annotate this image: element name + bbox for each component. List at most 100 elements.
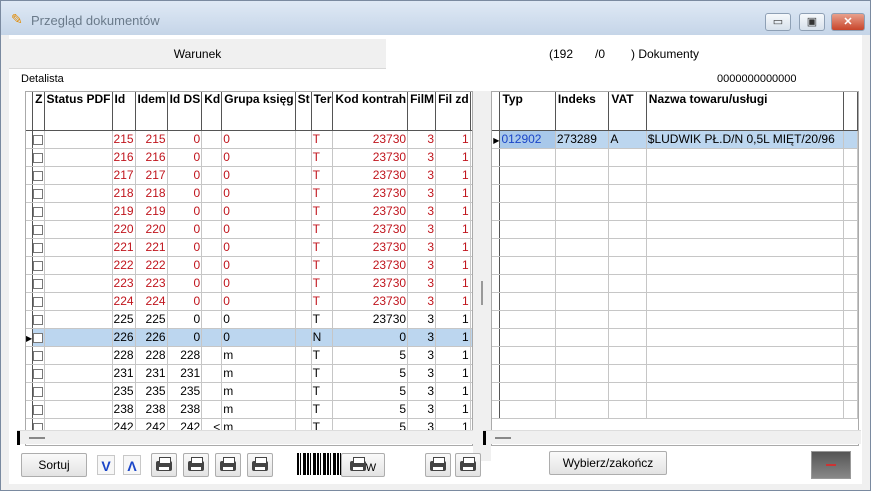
column-header[interactable]: Kod kontrah	[332, 92, 409, 131]
documents-grid[interactable]: Z Status PDF Id Idem Id DS Kd Grupa księg St Ter…	[25, 91, 473, 446]
row-checkbox[interactable]	[33, 278, 43, 289]
column-header[interactable]: Ter	[311, 92, 334, 131]
condition-button[interactable]: Warunek	[9, 39, 386, 69]
print-button-5[interactable]	[425, 453, 451, 477]
column-header[interactable]: Idem	[135, 92, 168, 131]
table-cell: 5	[332, 382, 409, 401]
row-checkbox[interactable]	[33, 170, 43, 181]
barcode-button[interactable]	[297, 453, 343, 475]
minimize-button[interactable]: ▭	[765, 13, 791, 31]
print-w-label: W	[365, 462, 377, 474]
splitter[interactable]	[473, 91, 491, 461]
table-row[interactable]: 22322300T237303133124AEW22422	[26, 274, 472, 293]
table-cell: 228	[167, 346, 203, 365]
table-row[interactable]: 235235235mT531330W22430(	[26, 382, 472, 401]
doc-sep: /0	[595, 47, 606, 61]
sort-button[interactable]: Sortuj	[21, 453, 87, 477]
table-row[interactable]: 21621600T2373031331K(63W22415	[26, 148, 472, 167]
left-hscrollbar[interactable]	[17, 430, 475, 445]
row-checkbox[interactable]	[33, 224, 43, 235]
right-hscrollbar[interactable]	[483, 430, 861, 445]
table-row[interactable]: 228228228mT531330W22426(	[26, 346, 472, 365]
item-column-header[interactable]: VAT	[608, 92, 647, 131]
table-row[interactable]: 22422400T237303133134AEW22423	[26, 292, 472, 311]
table-cell: 231	[167, 364, 203, 383]
maximize-button[interactable]: ▣	[799, 13, 825, 31]
table-row[interactable]: 21721700T2373031331xaHZW22416	[26, 166, 472, 185]
empty-cell	[608, 346, 647, 365]
print-button-1[interactable]	[151, 453, 177, 477]
row-checkbox[interactable]	[33, 134, 43, 145]
preview-thumbnail[interactable]	[811, 451, 851, 479]
left-scroll-thumb[interactable]	[29, 437, 45, 439]
column-header[interactable]: Status PDF	[44, 92, 113, 131]
table-row[interactable]: 22022000T23730313313324W22419	[26, 220, 472, 239]
row-checkbox[interactable]	[33, 296, 43, 307]
row-checkbox[interactable]	[33, 260, 43, 271]
table-row[interactable]: 21521500T237303133134AEW22414	[26, 130, 472, 149]
row-checkbox[interactable]	[33, 314, 43, 325]
table-row[interactable]: ▶22622600N031331AEAEW22425	[26, 328, 472, 347]
column-header[interactable]: Fil zd	[435, 92, 471, 131]
row-checkbox[interactable]	[33, 404, 43, 415]
table-cell: T	[311, 184, 334, 203]
row-checkbox[interactable]	[33, 242, 43, 253]
table-cell	[295, 166, 312, 185]
row-checkbox[interactable]	[33, 152, 43, 163]
row-checkbox[interactable]	[33, 368, 43, 379]
table-row[interactable]: 231231231mT531330W22428(	[26, 364, 472, 383]
table-row[interactable]: 21921900T2373031331K(K(W22418	[26, 202, 472, 221]
table-row[interactable]: 238238238mT531330W22431(	[26, 400, 472, 419]
table-cell: T	[311, 202, 334, 221]
empty-cell	[555, 202, 610, 221]
row-checkbox[interactable]	[33, 188, 43, 199]
empty-item-row	[492, 184, 858, 203]
sort-down-button[interactable]: V	[97, 455, 115, 475]
doc-suffix: ) Dokumenty	[631, 47, 700, 61]
right-scroll-thumb[interactable]	[495, 437, 511, 439]
item-column-header[interactable]: Indeks	[555, 92, 610, 131]
column-header[interactable]: Z	[32, 92, 45, 131]
table-cell: T	[311, 364, 334, 383]
table-cell: 3	[407, 202, 437, 221]
splitter-grip[interactable]	[481, 281, 483, 305]
column-header[interactable]: St	[295, 92, 312, 131]
print-button-4[interactable]	[247, 453, 273, 477]
row-checkbox[interactable]	[33, 386, 43, 397]
item-column-header[interactable]: Nazwa towaru/usługi	[646, 92, 845, 131]
table-cell	[201, 292, 223, 311]
item-row[interactable]: ▶ 012902 273289 A $LUDWIK PŁ.D/N 0,5L MIĘT/2…	[492, 130, 858, 149]
empty-cell	[555, 238, 610, 257]
table-cell: 238	[112, 400, 136, 419]
column-header[interactable]: Id DS	[167, 92, 203, 131]
row-checkbox[interactable]	[33, 332, 43, 343]
print-button-2[interactable]	[183, 453, 209, 477]
choose-finish-button[interactable]: Wybierz/zakończ	[549, 451, 667, 475]
row-checkbox-cell	[32, 166, 45, 185]
table-row[interactable]: 22222200T237303133133K(W22421	[26, 256, 472, 275]
print-button-3[interactable]	[215, 453, 241, 477]
table-cell: 235	[167, 382, 203, 401]
column-header[interactable]: Kd	[201, 92, 223, 131]
column-header[interactable]: FilM	[407, 92, 437, 131]
print-w-button[interactable]: W	[341, 453, 385, 477]
table-row[interactable]: 22522500T23730313313399W22424	[26, 310, 472, 329]
table-cell	[201, 238, 223, 257]
sort-up-button[interactable]: Λ	[123, 455, 141, 475]
item-cell: 273289	[555, 130, 610, 149]
empty-cell	[608, 166, 647, 185]
item-cell: $LUDWIK PŁ.D/N 0,5L MIĘT/20/96	[646, 130, 845, 149]
row-checkbox[interactable]	[33, 350, 43, 361]
print-button-6[interactable]	[455, 453, 481, 477]
table-row[interactable]: 21821800T2373031331249EW22417	[26, 184, 472, 203]
column-header[interactable]: Grupa księg	[221, 92, 296, 131]
table-cell	[201, 382, 223, 401]
main-window: ✎ Przegląd dokumentów ▭ ▣ ✕ Warunek (192…	[0, 0, 871, 491]
empty-cell	[608, 328, 647, 347]
table-row[interactable]: 22122100T237303133134AEW22420	[26, 238, 472, 257]
item-column-header[interactable]: Typ	[499, 92, 556, 131]
close-button[interactable]: ✕	[831, 13, 865, 31]
row-checkbox[interactable]	[33, 206, 43, 217]
column-header[interactable]: Id	[112, 92, 136, 131]
items-grid[interactable]: Typ Indeks VAT Nazwa towaru/usługi ▶ 012902 2…	[491, 91, 859, 446]
